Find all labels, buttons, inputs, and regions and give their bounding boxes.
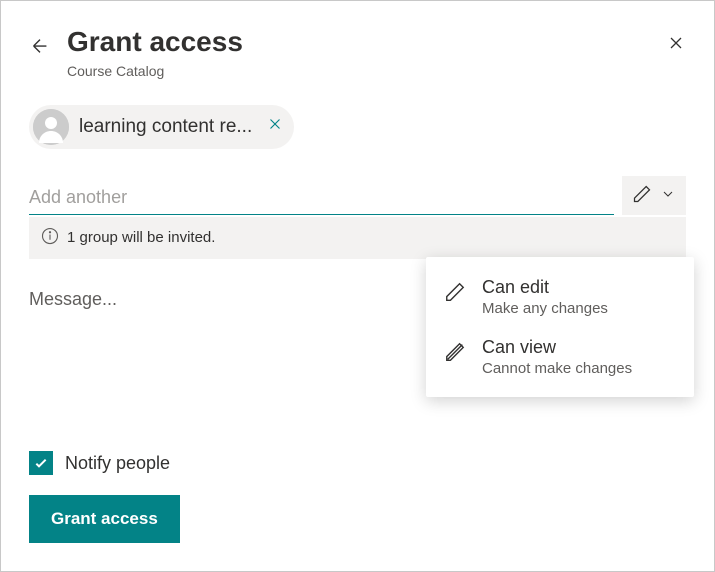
- dialog-title: Grant access: [67, 25, 666, 59]
- chevron-down-icon: [660, 186, 676, 205]
- add-another-input[interactable]: [29, 187, 614, 208]
- title-block: Grant access Course Catalog: [67, 25, 666, 79]
- notify-checkbox[interactable]: [29, 451, 53, 475]
- back-button[interactable]: [29, 35, 51, 62]
- dropdown-item-title: Can edit: [482, 277, 676, 298]
- dropdown-item-can-view[interactable]: Can view Cannot make changes: [426, 327, 694, 387]
- notify-label: Notify people: [65, 453, 170, 474]
- dropdown-item-can-edit[interactable]: Can edit Make any changes: [426, 267, 694, 327]
- person-chip[interactable]: learning content re...: [29, 105, 294, 149]
- info-banner: 1 group will be invited.: [29, 217, 686, 259]
- pencil-icon: [444, 281, 466, 308]
- info-text: 1 group will be invited.: [67, 229, 215, 246]
- dialog-subtitle: Course Catalog: [67, 63, 666, 79]
- permission-dropdown: Can edit Make any changes Can view Canno…: [426, 257, 694, 397]
- dropdown-item-title: Can view: [482, 337, 676, 358]
- pencil-icon: [632, 184, 652, 207]
- dropdown-item-desc: Cannot make changes: [482, 360, 676, 377]
- chip-label: learning content re...: [79, 116, 252, 138]
- chip-remove-button[interactable]: [266, 115, 284, 138]
- close-button[interactable]: [666, 33, 686, 58]
- no-edit-icon: [444, 341, 466, 368]
- dropdown-item-desc: Make any changes: [482, 300, 676, 317]
- add-another-wrap: [29, 187, 614, 215]
- notify-checkbox-row[interactable]: Notify people: [29, 451, 180, 475]
- info-icon: [41, 227, 59, 249]
- grant-access-button[interactable]: Grant access: [29, 495, 180, 543]
- avatar: [33, 109, 69, 145]
- permission-selector-button[interactable]: [622, 176, 686, 215]
